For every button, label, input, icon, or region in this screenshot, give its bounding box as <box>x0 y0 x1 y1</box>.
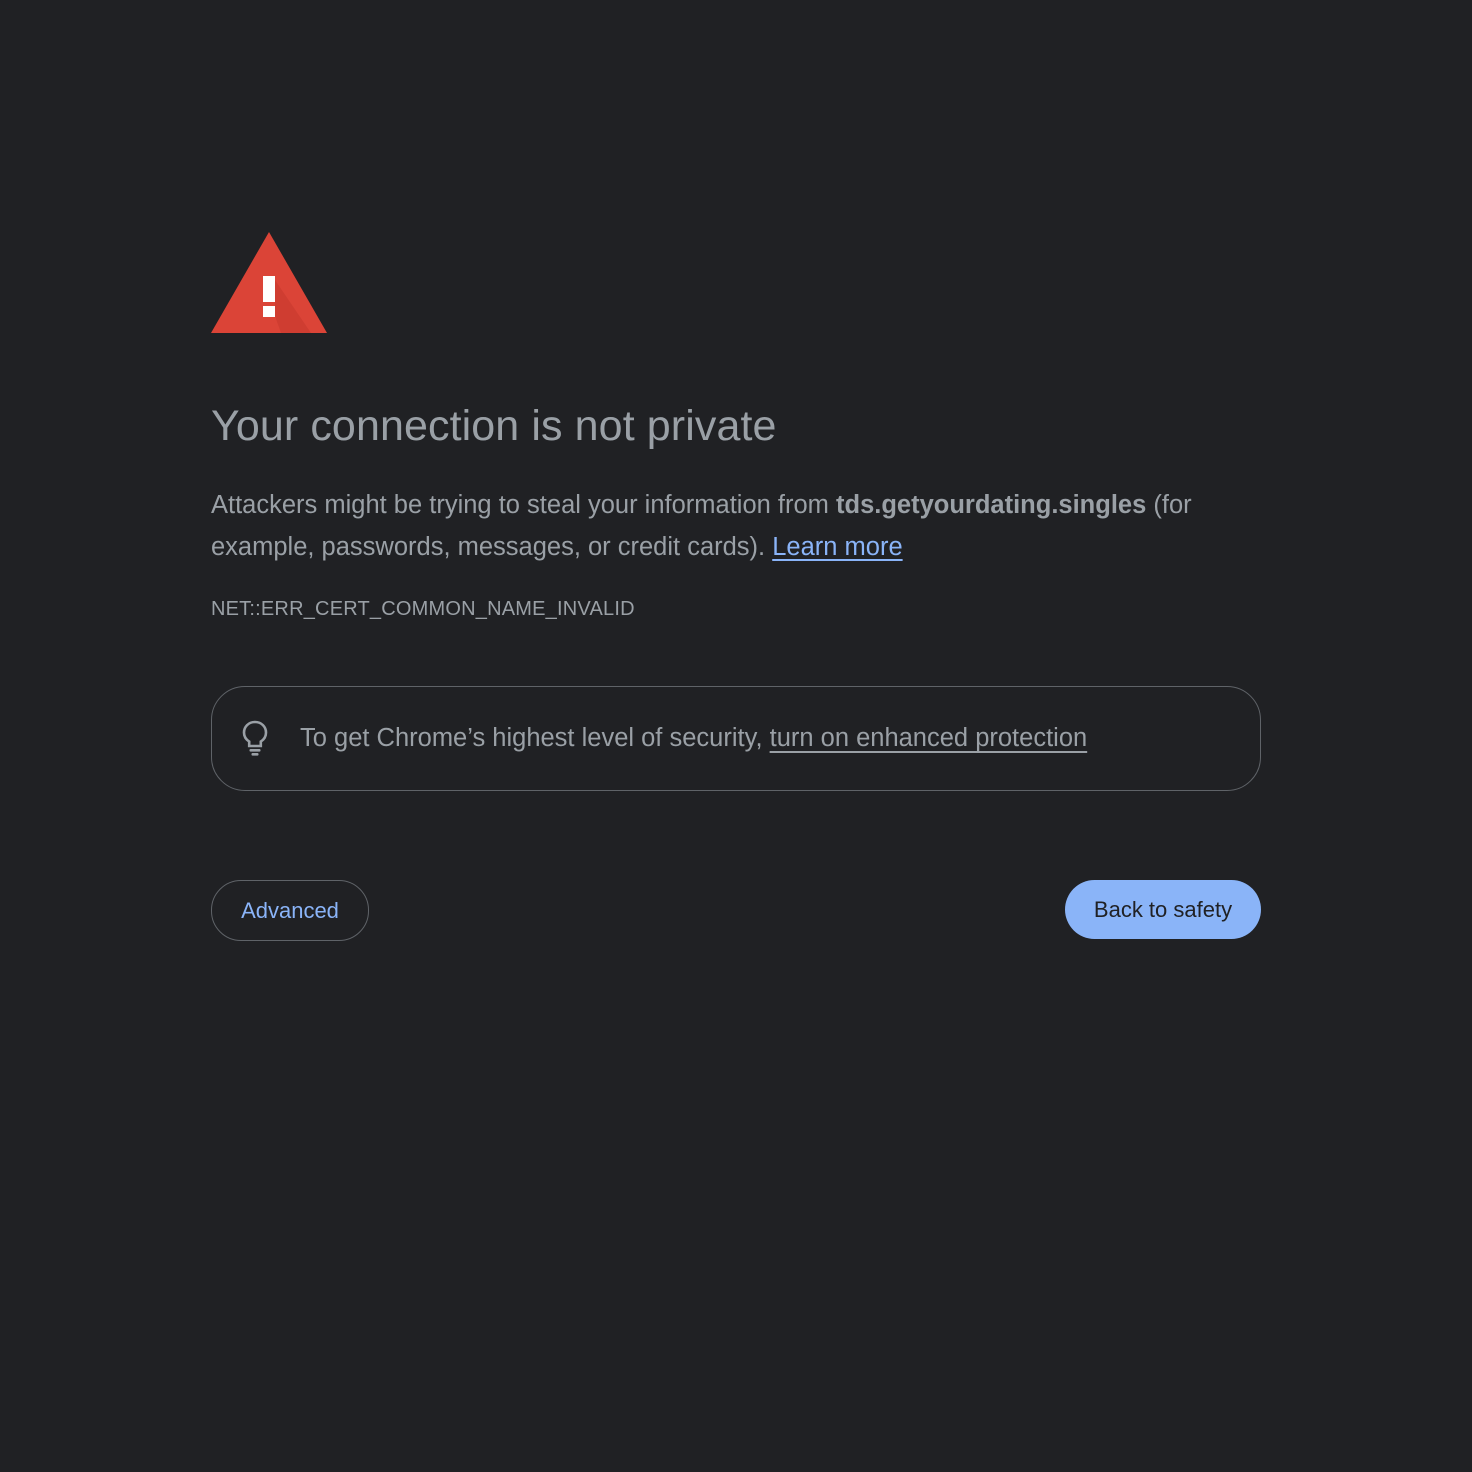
lightbulb-icon <box>242 720 268 756</box>
page-title: Your connection is not private <box>211 402 777 450</box>
interstitial-container: Your connection is not private Attackers… <box>211 0 1261 1472</box>
enhanced-protection-link[interactable]: turn on enhanced protection <box>770 724 1088 752</box>
learn-more-link[interactable]: Learn more <box>772 533 902 561</box>
warning-triangle-icon <box>211 232 327 333</box>
enhanced-protection-promo: To get Chrome’s highest level of securit… <box>211 686 1261 791</box>
host-name: tds.getyourdating.singles <box>836 491 1147 519</box>
main-message: Attackers might be trying to steal your … <box>211 484 1261 568</box>
enhanced-protection-text: To get Chrome’s highest level of securit… <box>300 721 1087 755</box>
error-code: NET::ERR_CERT_COMMON_NAME_INVALID <box>211 598 635 620</box>
message-prefix: Attackers might be trying to steal your … <box>211 491 836 519</box>
back-to-safety-button[interactable]: Back to safety <box>1065 880 1261 939</box>
enhanced-protection-prefix: To get Chrome’s highest level of securit… <box>300 724 770 752</box>
advanced-button[interactable]: Advanced <box>211 880 369 941</box>
